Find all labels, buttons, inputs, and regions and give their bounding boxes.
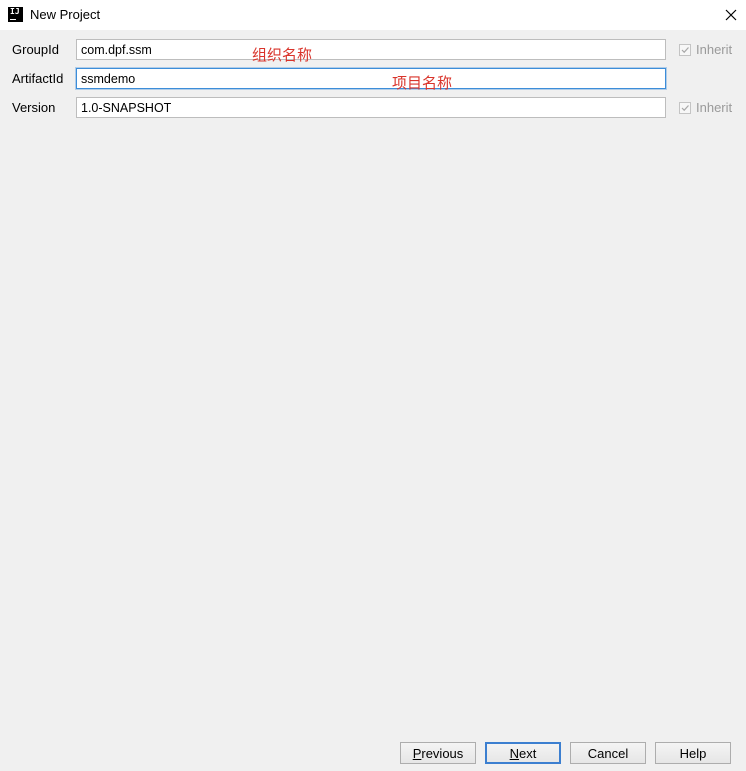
version-inherit-checkbox[interactable]: Inherit: [679, 100, 732, 115]
groupid-inherit-checkbox[interactable]: Inherit: [679, 42, 732, 57]
next-mnemonic: N: [509, 745, 520, 761]
previous-mnemonic: P: [412, 745, 422, 761]
inherit-label: Inherit: [696, 42, 733, 57]
next-button[interactable]: Next: [485, 742, 561, 764]
inherit-label: Inherit: [696, 100, 733, 115]
title-bar: IJ New Project: [0, 0, 746, 30]
intellij-idea-icon: IJ: [8, 7, 23, 22]
previous-label-rest: revious: [421, 745, 464, 761]
checkbox-checked-icon: [679, 43, 691, 56]
close-icon: [725, 9, 737, 21]
checkbox-checked-icon: [679, 101, 691, 114]
version-label: Version: [12, 100, 56, 115]
close-button[interactable]: [716, 0, 746, 30]
next-label-rest: ext: [519, 745, 537, 761]
groupid-label: GroupId: [12, 42, 59, 57]
artifactid-label: ArtifactId: [12, 71, 64, 86]
cancel-button[interactable]: Cancel: [570, 742, 646, 764]
help-button[interactable]: Help: [655, 742, 731, 764]
groupid-annotation: 组织名称: [252, 47, 313, 64]
groupid-input[interactable]: [76, 39, 666, 60]
artifactid-annotation: 项目名称: [392, 75, 453, 92]
window-title: New Project: [30, 7, 101, 22]
artifactid-input[interactable]: [76, 68, 666, 89]
previous-button[interactable]: Previous: [400, 742, 476, 764]
version-input[interactable]: [76, 97, 666, 118]
